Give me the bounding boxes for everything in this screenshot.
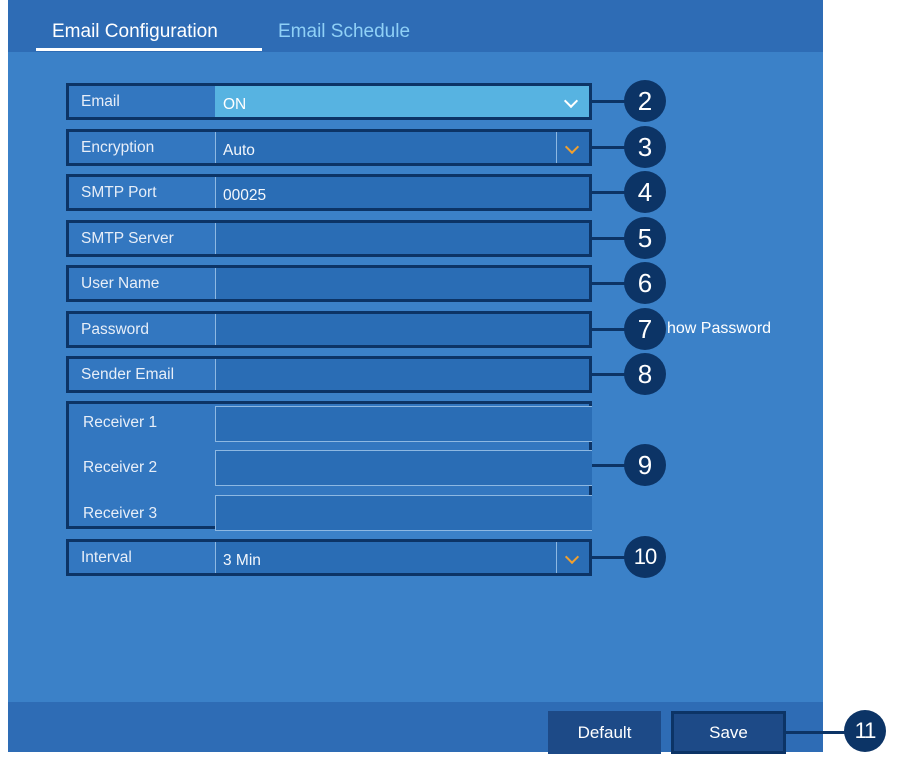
callout-connector — [592, 373, 626, 376]
default-button[interactable]: Default — [548, 711, 661, 754]
callout-connector — [592, 556, 626, 559]
receiver-3-label: Receiver 3 — [83, 505, 158, 522]
sender-email-row: Sender Email — [66, 356, 592, 393]
email-value: ON — [223, 96, 247, 113]
user-name-input[interactable] — [215, 268, 589, 299]
encryption-label: Encryption — [81, 139, 155, 156]
callout-3: 3 — [624, 126, 666, 168]
encryption-row: Encryption Auto — [66, 129, 592, 166]
chevron-down-icon[interactable] — [564, 549, 580, 565]
interval-label: Interval — [81, 549, 132, 566]
smtp-server-label: SMTP Server — [81, 230, 174, 247]
callout-connector — [592, 146, 626, 149]
receiver-3-input[interactable] — [215, 495, 592, 531]
email-row: Email ON — [66, 83, 592, 120]
callout-4: 4 — [624, 171, 666, 213]
smtp-port-label: SMTP Port — [81, 184, 157, 201]
smtp-server-row: SMTP Server — [66, 220, 592, 257]
callout-connector — [592, 328, 626, 331]
tab-email-schedule[interactable]: Email Schedule — [278, 20, 410, 44]
smtp-port-row: SMTP Port 00025 — [66, 174, 592, 211]
dropdown-divider — [556, 132, 557, 163]
callout-10: 10 — [624, 536, 666, 578]
password-row: Password — [66, 311, 592, 348]
password-label: Password — [81, 321, 150, 338]
chevron-down-icon — [563, 93, 579, 109]
encryption-value: Auto — [223, 142, 255, 159]
tab-email-configuration[interactable]: Email Configuration — [52, 20, 218, 44]
callout-connector — [592, 464, 626, 467]
smtp-server-input[interactable] — [215, 223, 589, 254]
callout-11: 11 — [844, 710, 886, 752]
user-name-label: User Name — [81, 275, 160, 292]
receiver-2-label: Receiver 2 — [83, 459, 158, 476]
interval-value: 3 Min — [223, 552, 261, 569]
sender-email-label: Sender Email — [81, 366, 175, 383]
callout-5: 5 — [624, 217, 666, 259]
smtp-port-input[interactable]: 00025 — [215, 177, 589, 208]
callout-connector — [786, 731, 846, 734]
receivers-group: Receiver 1 Receiver 2 Receiver 3 — [66, 401, 592, 531]
dropdown-divider — [556, 542, 557, 573]
callout-connector — [592, 282, 626, 285]
tab-bar: Email Configuration Email Schedule — [8, 0, 823, 52]
receiver-1-label: Receiver 1 — [83, 414, 158, 431]
callout-8: 8 — [624, 353, 666, 395]
interval-row: Interval 3 Min — [66, 539, 592, 576]
email-select[interactable]: ON — [215, 86, 589, 117]
chevron-down-icon[interactable] — [564, 139, 580, 155]
callout-9: 9 — [624, 444, 666, 486]
callout-connector — [592, 100, 626, 103]
callout-7: 7 — [624, 308, 666, 350]
receiver-2-input[interactable] — [215, 450, 592, 486]
receiver-1-input[interactable] — [215, 406, 592, 442]
callout-connector — [592, 191, 626, 194]
callout-6: 6 — [624, 262, 666, 304]
password-input[interactable] — [215, 314, 589, 345]
active-tab-indicator — [36, 48, 262, 51]
user-name-row: User Name — [66, 265, 592, 302]
callout-connector — [592, 237, 626, 240]
callout-2: 2 — [624, 80, 666, 122]
save-button[interactable]: Save — [671, 711, 786, 754]
smtp-port-value: 00025 — [223, 187, 267, 204]
email-label: Email — [81, 93, 120, 110]
show-password-label[interactable]: how Password — [667, 320, 771, 338]
encryption-select[interactable]: Auto — [215, 132, 589, 163]
interval-select[interactable]: 3 Min — [215, 542, 589, 573]
sender-email-input[interactable] — [215, 359, 589, 390]
